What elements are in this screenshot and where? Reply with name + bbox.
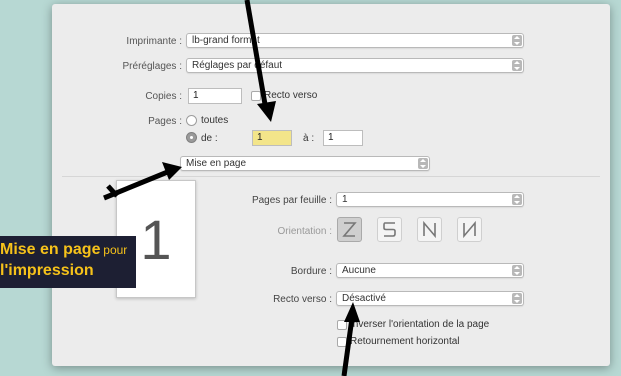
arrow-to-duplex-popup bbox=[341, 302, 360, 376]
arrow-to-pages-field bbox=[244, 0, 276, 122]
annotation-arrows bbox=[103, 0, 360, 376]
